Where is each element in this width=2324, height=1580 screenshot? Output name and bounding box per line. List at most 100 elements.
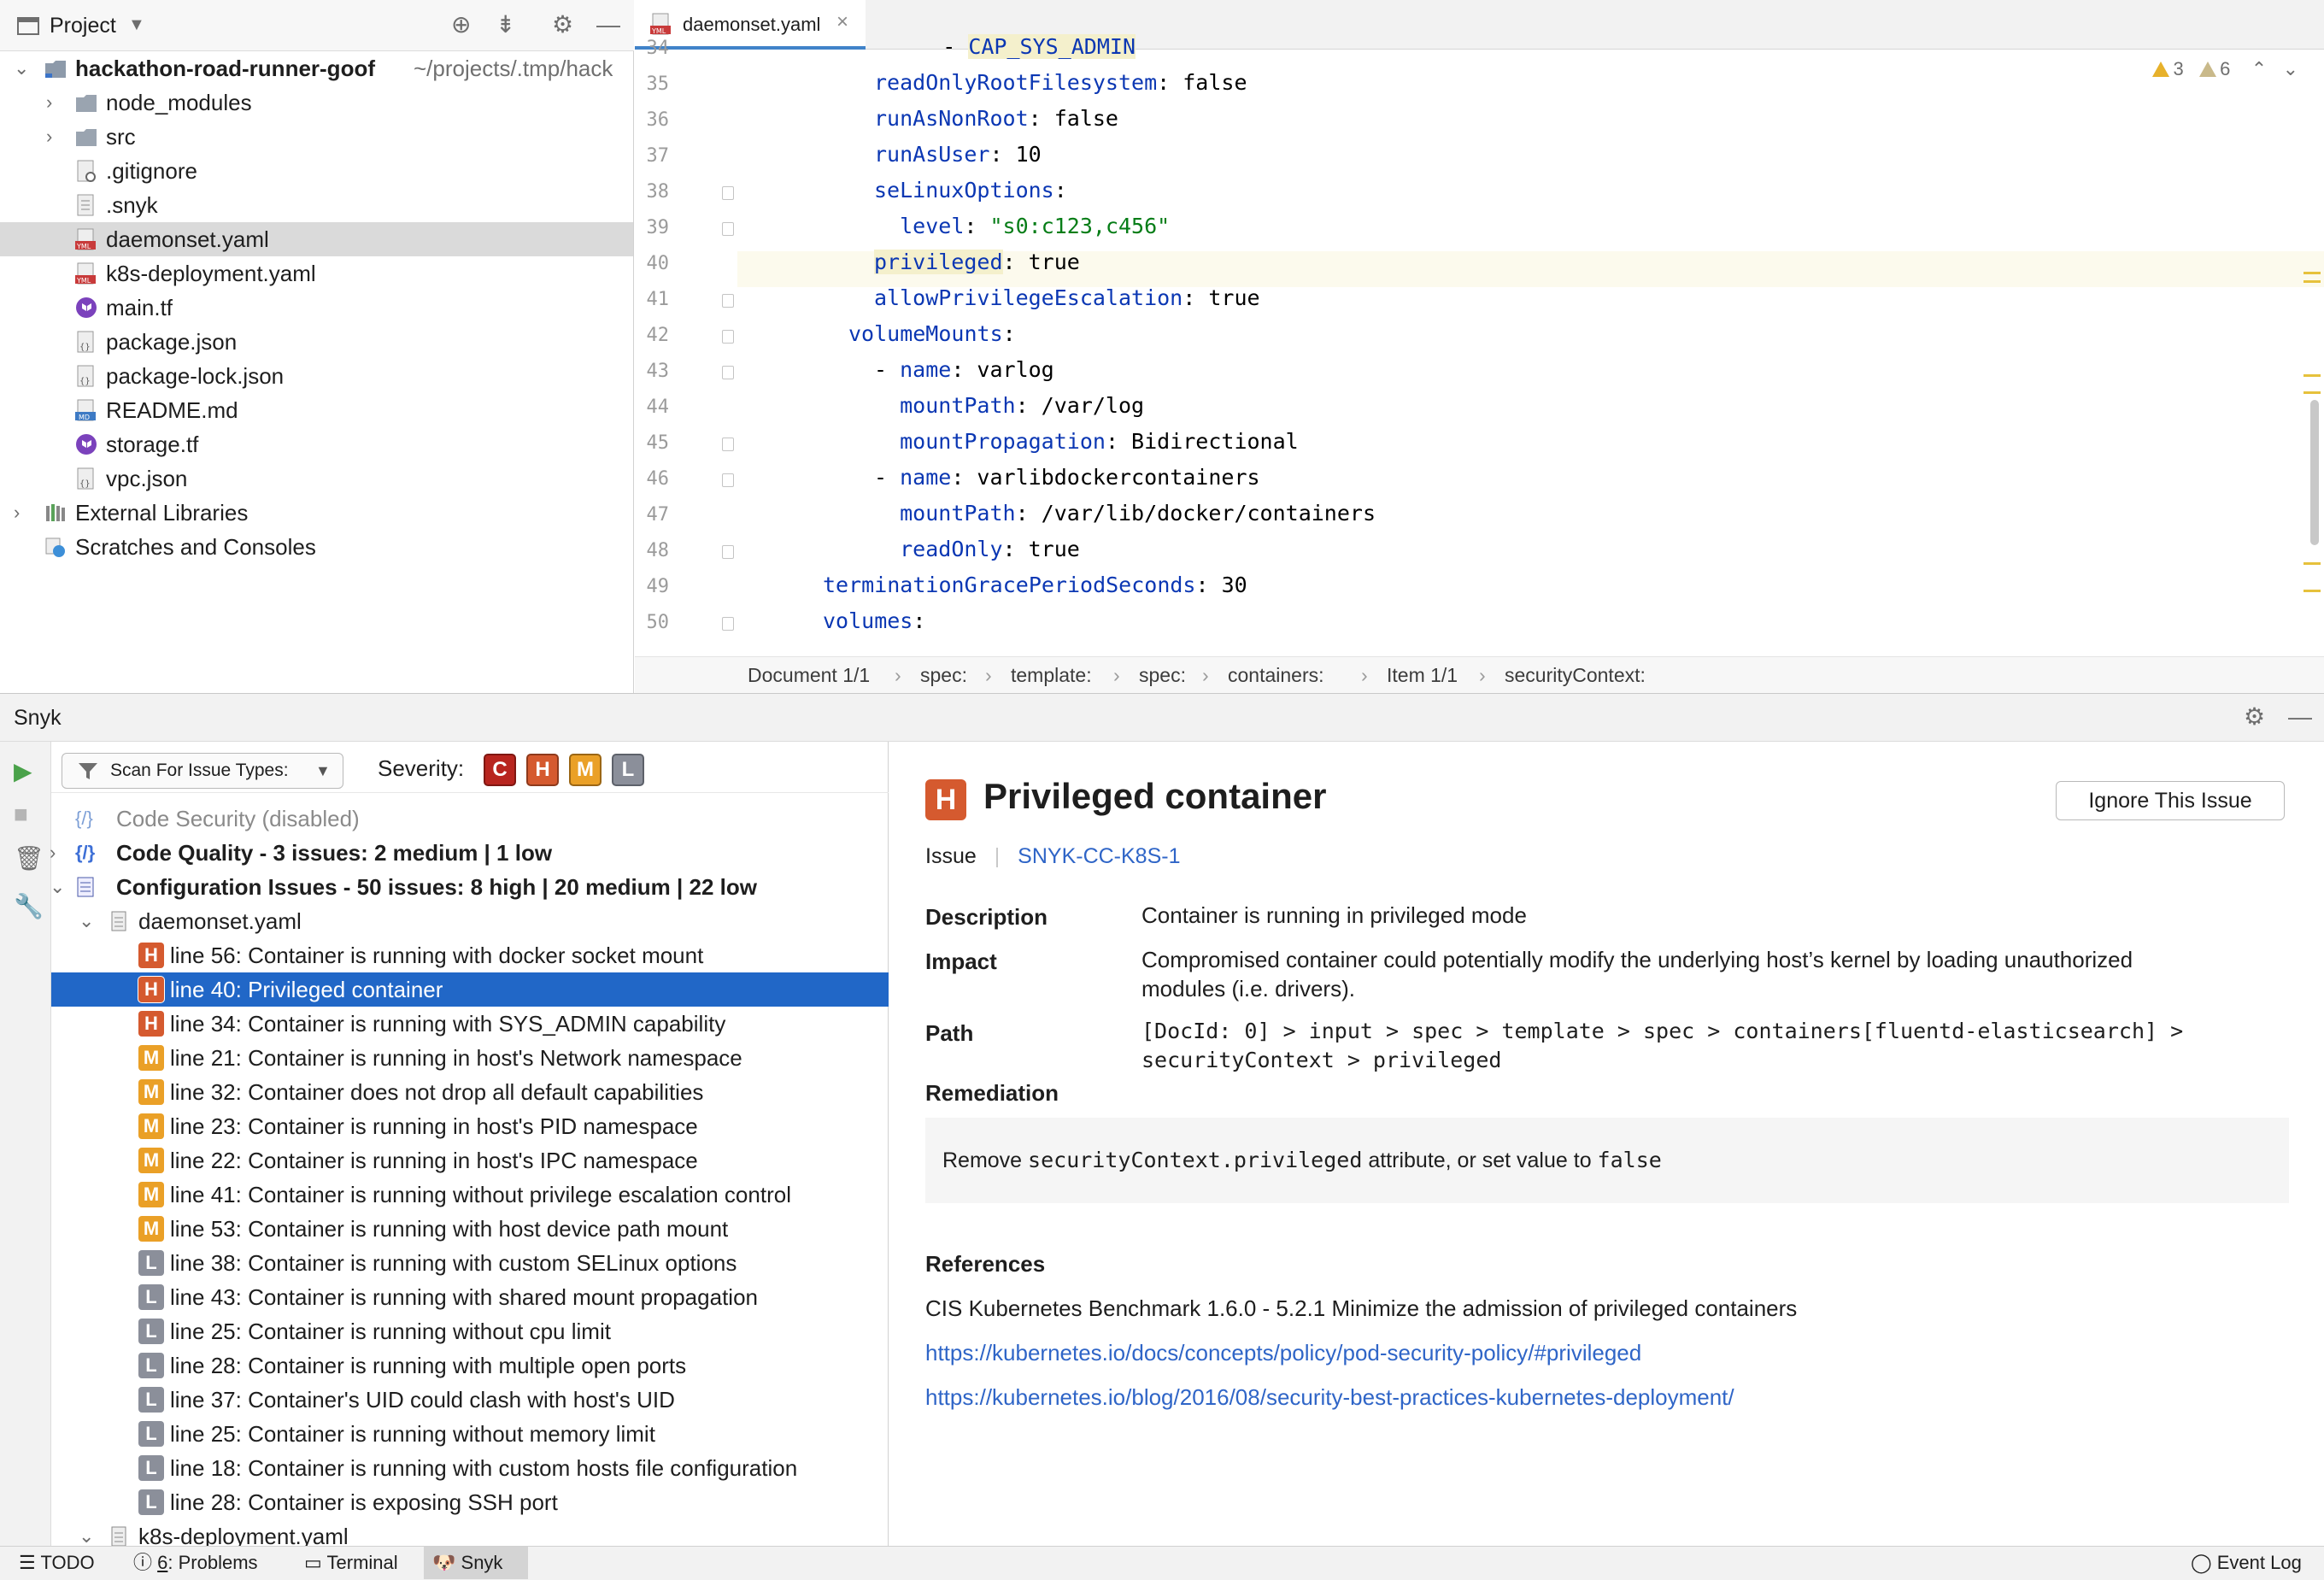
editor-scrollbar[interactable]: [2310, 400, 2319, 545]
severity-badge: M: [138, 1216, 164, 1242]
chevron-right-icon[interactable]: ›: [46, 120, 52, 154]
error-stripe-mark[interactable]: [2303, 562, 2321, 565]
yaml-value: :: [913, 608, 926, 633]
tree-item-node-modules[interactable]: › node_modules: [0, 85, 633, 120]
issue-row[interactable]: Lline 38: Container is running with cust…: [51, 1246, 889, 1280]
tree-item-vpc-json[interactable]: {} vpc.json: [0, 461, 633, 496]
tree-item-package-lock[interactable]: {} package-lock.json: [0, 359, 633, 393]
inspection-widget[interactable]: 3 6 ⌃ ⌄: [2152, 58, 2298, 80]
issue-row[interactable]: Lline 25: Container is running without m…: [51, 1417, 889, 1451]
tab-label: daemonset.yaml: [683, 14, 821, 35]
yaml-value: : true: [1002, 537, 1080, 561]
breadcrumb-item[interactable]: containers:: [1228, 657, 1324, 694]
issue-row[interactable]: Mline 41: Container is running without p…: [51, 1178, 889, 1212]
issue-row[interactable]: Lline 43: Container is running with shar…: [51, 1280, 889, 1314]
issue-row[interactable]: Mline 23: Container is running in host's…: [51, 1109, 889, 1143]
locate-icon[interactable]: ⊕: [451, 12, 471, 38]
run-scan-icon[interactable]: ▶: [14, 759, 32, 784]
code-area[interactable]: - CAP_SYS_ADMIN readOnlyRootFilesystem: f…: [635, 34, 2324, 656]
tree-item-storage-tf[interactable]: storage.tf: [0, 427, 633, 461]
tree-item-daemonset[interactable]: YML daemonset.yaml: [0, 222, 633, 256]
issue-row[interactable]: Hline 34: Container is running with SYS_…: [51, 1007, 889, 1041]
issue-row[interactable]: Hline 56: Container is running with dock…: [51, 938, 889, 972]
minimize-icon[interactable]: —: [596, 12, 620, 38]
tree-item-scratches[interactable]: Scratches and Consoles: [0, 530, 633, 564]
error-stripe-mark[interactable]: [2303, 391, 2321, 394]
error-stripe-mark[interactable]: [2303, 374, 2321, 377]
chevron-right-icon[interactable]: ›: [46, 85, 52, 120]
folder-icon: [76, 129, 97, 146]
next-highlight-icon[interactable]: ⌄: [2283, 58, 2298, 79]
error-stripe-mark[interactable]: [2303, 280, 2321, 283]
collapse-all-icon[interactable]: ⇟: [496, 12, 515, 38]
issue-row[interactable]: Mline 32: Container does not drop all de…: [51, 1075, 889, 1109]
tree-root[interactable]: ⌄ hackathon-road-runner-goof ~/projects/…: [0, 51, 633, 85]
tree-item-k8s[interactable]: YML k8s-deployment.yaml: [0, 256, 633, 291]
todo-tab[interactable]: ☰ TODO: [19, 1547, 95, 1579]
project-panel-title[interactable]: Project: [50, 14, 116, 38]
snyk-filter-bar: Scan For Issue Types: ▼ Severity: C H M …: [51, 742, 889, 793]
severity-filter-low[interactable]: L: [612, 754, 644, 786]
chevron-down-icon: ▼: [315, 762, 331, 779]
terraform-file-icon: [76, 297, 97, 318]
breadcrumb-item[interactable]: securityContext:: [1505, 657, 1646, 694]
wrench-icon[interactable]: 🔧: [14, 894, 44, 919]
close-icon[interactable]: ×: [836, 10, 848, 34]
yaml-key: allowPrivilegeEscalation: [874, 285, 1183, 310]
breadcrumb-item[interactable]: Document 1/1: [748, 657, 870, 694]
severity-badge: H: [925, 779, 966, 820]
chevron-down-icon[interactable]: ⌄: [14, 51, 29, 85]
issue-row[interactable]: Lline 28: Container is running with mult…: [51, 1348, 889, 1383]
breadcrumb-separator-icon: ›: [1361, 664, 1368, 686]
event-log-tab[interactable]: ◯ Event Log: [2191, 1547, 2302, 1579]
chevron-down-icon[interactable]: ⌄: [79, 904, 94, 938]
tree-item-external-libraries[interactable]: › External Libraries: [0, 496, 633, 530]
json-file-icon: {}: [77, 331, 94, 353]
chevron-right-icon[interactable]: ›: [14, 496, 20, 530]
tree-item-snyk[interactable]: .snyk: [0, 188, 633, 222]
problems-tab[interactable]: ⓘ 6: Problems: [133, 1547, 258, 1579]
issue-row[interactable]: Mline 22: Container is running in host's…: [51, 1143, 889, 1178]
tree-item-main-tf[interactable]: main.tf: [0, 291, 633, 325]
trash-icon[interactable]: 🗑: [14, 846, 44, 872]
tree-item-readme[interactable]: MD README.md: [0, 393, 633, 427]
yaml-value: : false: [1157, 70, 1247, 95]
issue-row[interactable]: Lline 25: Container is running without c…: [51, 1314, 889, 1348]
chevron-right-icon[interactable]: ›: [50, 836, 56, 870]
issue-row[interactable]: Mline 21: Container is running in host's…: [51, 1041, 889, 1075]
chevron-down-icon[interactable]: ▼: [128, 12, 145, 38]
error-stripe-mark[interactable]: [2303, 590, 2321, 592]
breadcrumb-item[interactable]: template:: [1011, 657, 1092, 694]
path-line: [DocId: 0] > input > spec > template > s…: [1141, 1019, 2184, 1043]
snyk-tab[interactable]: 🐶 Snyk: [424, 1547, 528, 1579]
tree-item-package-json[interactable]: {} package.json: [0, 325, 633, 359]
gear-icon[interactable]: ⚙: [2244, 704, 2265, 730]
error-stripe-mark[interactable]: [2303, 272, 2321, 274]
stop-icon[interactable]: ■: [14, 802, 28, 827]
scan-issue-types-dropdown[interactable]: Scan For Issue Types: ▼: [62, 753, 343, 789]
gear-icon[interactable]: ⚙: [552, 12, 573, 38]
issue-row[interactable]: Hline 40: Privileged container: [51, 972, 889, 1007]
previous-highlight-icon[interactable]: ⌃: [2251, 58, 2267, 79]
yaml-key: name: [900, 357, 952, 382]
issue-row[interactable]: Lline 37: Container's UID could clash wi…: [51, 1383, 889, 1417]
issue-row[interactable]: Lline 18: Container is running with cust…: [51, 1451, 889, 1485]
issue-row[interactable]: Lline 28: Container is exposing SSH port: [51, 1485, 889, 1519]
severity-filter-critical[interactable]: C: [484, 754, 516, 786]
severity-filter-medium[interactable]: M: [569, 754, 602, 786]
minimize-icon[interactable]: —: [2288, 704, 2312, 730]
terminal-tab[interactable]: ▭ Terminal: [304, 1547, 398, 1579]
severity-filter-high[interactable]: H: [526, 754, 559, 786]
breadcrumb-item[interactable]: spec:: [1139, 657, 1186, 694]
issue-row[interactable]: Mline 53: Container is running with host…: [51, 1212, 889, 1246]
reference-link-2[interactable]: https://kubernetes.io/blog/2016/08/secur…: [925, 1384, 1734, 1411]
breadcrumb-item[interactable]: Item 1/1: [1387, 657, 1458, 694]
ignore-issue-button[interactable]: Ignore This Issue: [2056, 781, 2285, 820]
issue-id-link[interactable]: SNYK-CC-K8S-1: [1018, 844, 1180, 868]
breadcrumb-item[interactable]: spec:: [920, 657, 967, 694]
reference-link-1[interactable]: https://kubernetes.io/docs/concepts/poli…: [925, 1340, 1641, 1366]
tree-item-gitignore[interactable]: .gitignore: [0, 154, 633, 188]
chevron-down-icon[interactable]: ⌄: [50, 870, 65, 904]
remediation-code: false: [1597, 1148, 1662, 1172]
tree-item-src[interactable]: › src: [0, 120, 633, 154]
